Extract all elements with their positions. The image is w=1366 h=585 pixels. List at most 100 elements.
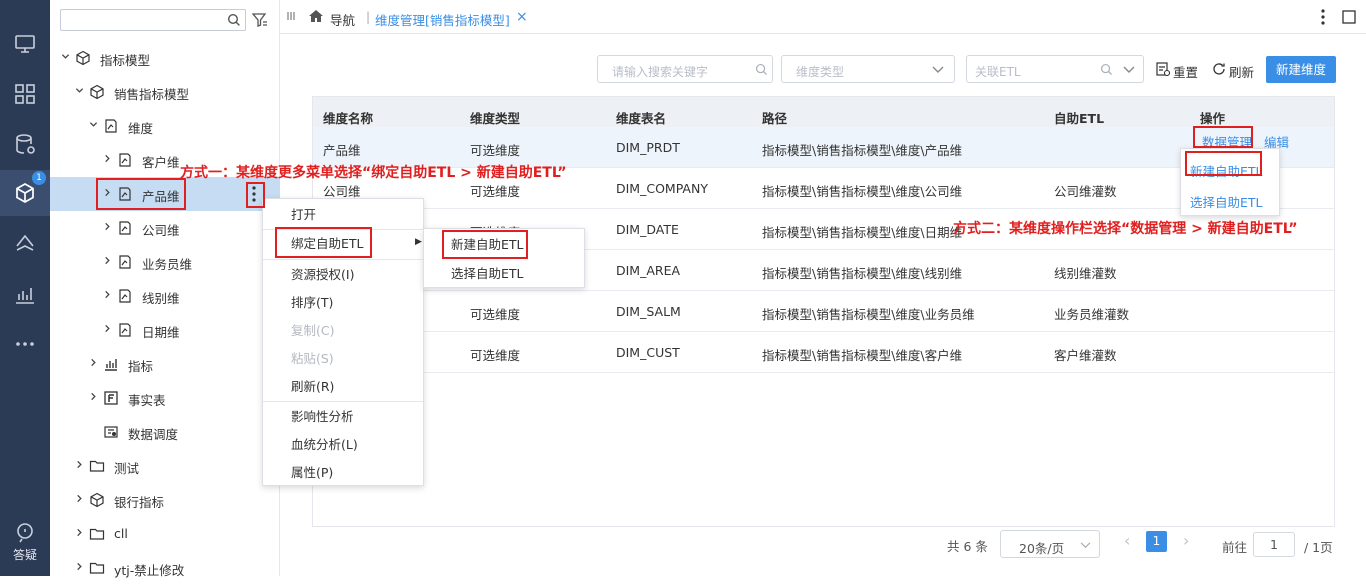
cell-path: 指标模型\销售指标模型\维度\客户维 [762, 348, 963, 363]
home-icon[interactable] [308, 9, 324, 23]
tree-item[interactable]: 指标 [50, 347, 280, 381]
cell-path: 指标模型\销售指标模型\维度\公司维 [762, 184, 963, 199]
grid-apps-icon[interactable] [13, 82, 37, 106]
menu-properties[interactable]: 属性(P) [263, 459, 423, 487]
search-icon [1100, 63, 1112, 75]
chevron-down-icon[interactable] [75, 86, 85, 96]
notification-badge: 1 [32, 171, 46, 185]
tree-item-label: 维度 [128, 121, 154, 136]
dimension-icon [117, 254, 133, 270]
chevron-right-icon[interactable] [103, 222, 113, 232]
highlight-product-dimension [96, 178, 186, 210]
help-label[interactable]: 答疑 [0, 546, 50, 563]
tree-item[interactable]: 日期维 [50, 313, 280, 347]
dimension-icon [117, 220, 133, 236]
chevron-right-icon[interactable] [75, 494, 85, 504]
table-header: 维度名称 维度类型 维度表名 路径 自助ETL 操作 [313, 97, 1334, 127]
monitor-icon[interactable] [13, 32, 37, 56]
tree-item[interactable]: 数据调度 [50, 415, 280, 449]
prev-page-button[interactable]: ‹ [1124, 531, 1130, 550]
tree-item[interactable]: 维度 [50, 109, 280, 143]
col-header-actions: 操作 [1200, 111, 1226, 126]
kebab-menu-icon[interactable] [1320, 8, 1326, 26]
highlight-data-management [1193, 126, 1253, 148]
filter-icon[interactable] [252, 12, 268, 28]
menu-impact-analysis[interactable]: 影响性分析 [263, 403, 423, 431]
op-select-etl-item[interactable]: 选择自助ETL [1190, 192, 1263, 211]
chevron-right-icon[interactable] [75, 562, 85, 572]
help-icon[interactable] [13, 520, 37, 544]
page-size-select[interactable]: 20条/页 [1000, 530, 1100, 558]
tree-item-label: cll [114, 526, 128, 541]
chevron-right-icon[interactable] [103, 290, 113, 300]
tree-item[interactable]: cll [50, 517, 280, 551]
folder-icon [89, 458, 105, 474]
collapse-icon[interactable] [286, 11, 296, 21]
etl-placeholder: 关联ETL [975, 65, 1021, 79]
layers-icon[interactable] [13, 232, 37, 256]
reset-button[interactable]: 重置 [1156, 61, 1206, 80]
etl-select[interactable]: 关联ETL [966, 55, 1144, 83]
search-icon[interactable] [755, 63, 768, 76]
search-input[interactable]: 请输入搜索关键字 [597, 55, 773, 83]
tree-item[interactable]: 指标模型 [50, 41, 280, 75]
page-1-button[interactable]: 1 [1146, 531, 1167, 552]
dimension-type-select[interactable]: 维度类型 [781, 55, 955, 83]
chevron-right-icon[interactable] [103, 154, 113, 164]
menu-open[interactable]: 打开 [263, 201, 423, 229]
cube-icon [75, 50, 91, 66]
tree-item-label: 事实表 [128, 393, 166, 408]
refresh-label: 刷新 [1229, 65, 1255, 80]
tree-item[interactable]: 测试 [50, 449, 280, 483]
database-icon[interactable] [13, 132, 37, 156]
menu-refresh[interactable]: 刷新(R) [263, 373, 423, 401]
next-page-button[interactable]: › [1183, 531, 1189, 550]
tree-item[interactable]: 销售指标模型 [50, 75, 280, 109]
cell-etl: 线别维灌数 [1054, 266, 1117, 281]
col-header-table: 维度表名 [616, 111, 667, 126]
maximize-icon[interactable] [1342, 10, 1356, 24]
menu-paste: 粘贴(S) [291, 351, 334, 366]
search-icon[interactable] [227, 13, 241, 27]
table-row[interactable]: 可选维度 DIM_SALM 指标模型\销售指标模型\维度\业务员维 业务员维灌数 [313, 291, 1334, 332]
tree-item[interactable]: 公司维 [50, 211, 280, 245]
more-icon[interactable] [13, 332, 37, 356]
menu-copy: 复制(C) [291, 323, 335, 338]
tree-item[interactable]: 线别维 [50, 279, 280, 313]
new-dimension-button[interactable]: 新建维度 [1266, 56, 1336, 83]
chevron-right-icon[interactable] [103, 256, 113, 266]
chevron-right-icon[interactable] [75, 460, 85, 470]
menu-sort[interactable]: 排序(T) [263, 289, 423, 317]
tab-dimension-management[interactable]: 维度管理[销售指标模型] [375, 10, 510, 29]
chart-icon[interactable] [13, 282, 37, 306]
tree-search-input[interactable] [60, 9, 246, 31]
submenu-select-etl[interactable]: 选择自助ETL [424, 260, 584, 288]
chevron-right-icon[interactable] [103, 324, 113, 334]
reset-label: 重置 [1173, 65, 1199, 80]
nav-tab-label[interactable]: 导航 [330, 10, 355, 29]
bar-chart-icon [103, 356, 119, 372]
tab-close-icon[interactable]: × [516, 9, 528, 25]
menu-lineage-analysis[interactable]: 血统分析(L) [263, 431, 423, 459]
col-header-path: 路径 [762, 111, 788, 126]
cube-icon [89, 492, 105, 508]
tree-item-label: 公司维 [142, 223, 180, 238]
chevron-right-icon[interactable] [89, 392, 99, 402]
refresh-button[interactable]: 刷新 [1212, 61, 1262, 80]
tree-item[interactable]: ytj-禁止修改 [50, 551, 280, 585]
tree-item-label: 数据调度 [128, 427, 179, 442]
chevron-down-icon[interactable] [89, 120, 99, 130]
tree-item-label: 指标 [128, 359, 154, 374]
menu-authorize[interactable]: 资源授权(I) [263, 261, 423, 289]
tree-item[interactable]: 业务员维 [50, 245, 280, 279]
chevron-down-icon[interactable] [61, 52, 71, 62]
col-header-name: 维度名称 [323, 111, 374, 126]
highlight-more-button [246, 182, 265, 208]
goto-page-input[interactable]: 1 [1253, 532, 1295, 557]
tree-item[interactable]: 银行指标 [50, 483, 280, 517]
table-row[interactable]: 可选维度 DIM_CUST 指标模型\销售指标模型\维度\客户维 客户维灌数 [313, 332, 1334, 373]
tree-item[interactable]: 事实表 [50, 381, 280, 415]
cube-model-icon[interactable] [13, 181, 37, 205]
chevron-right-icon[interactable] [75, 528, 85, 538]
chevron-right-icon[interactable] [89, 358, 99, 368]
